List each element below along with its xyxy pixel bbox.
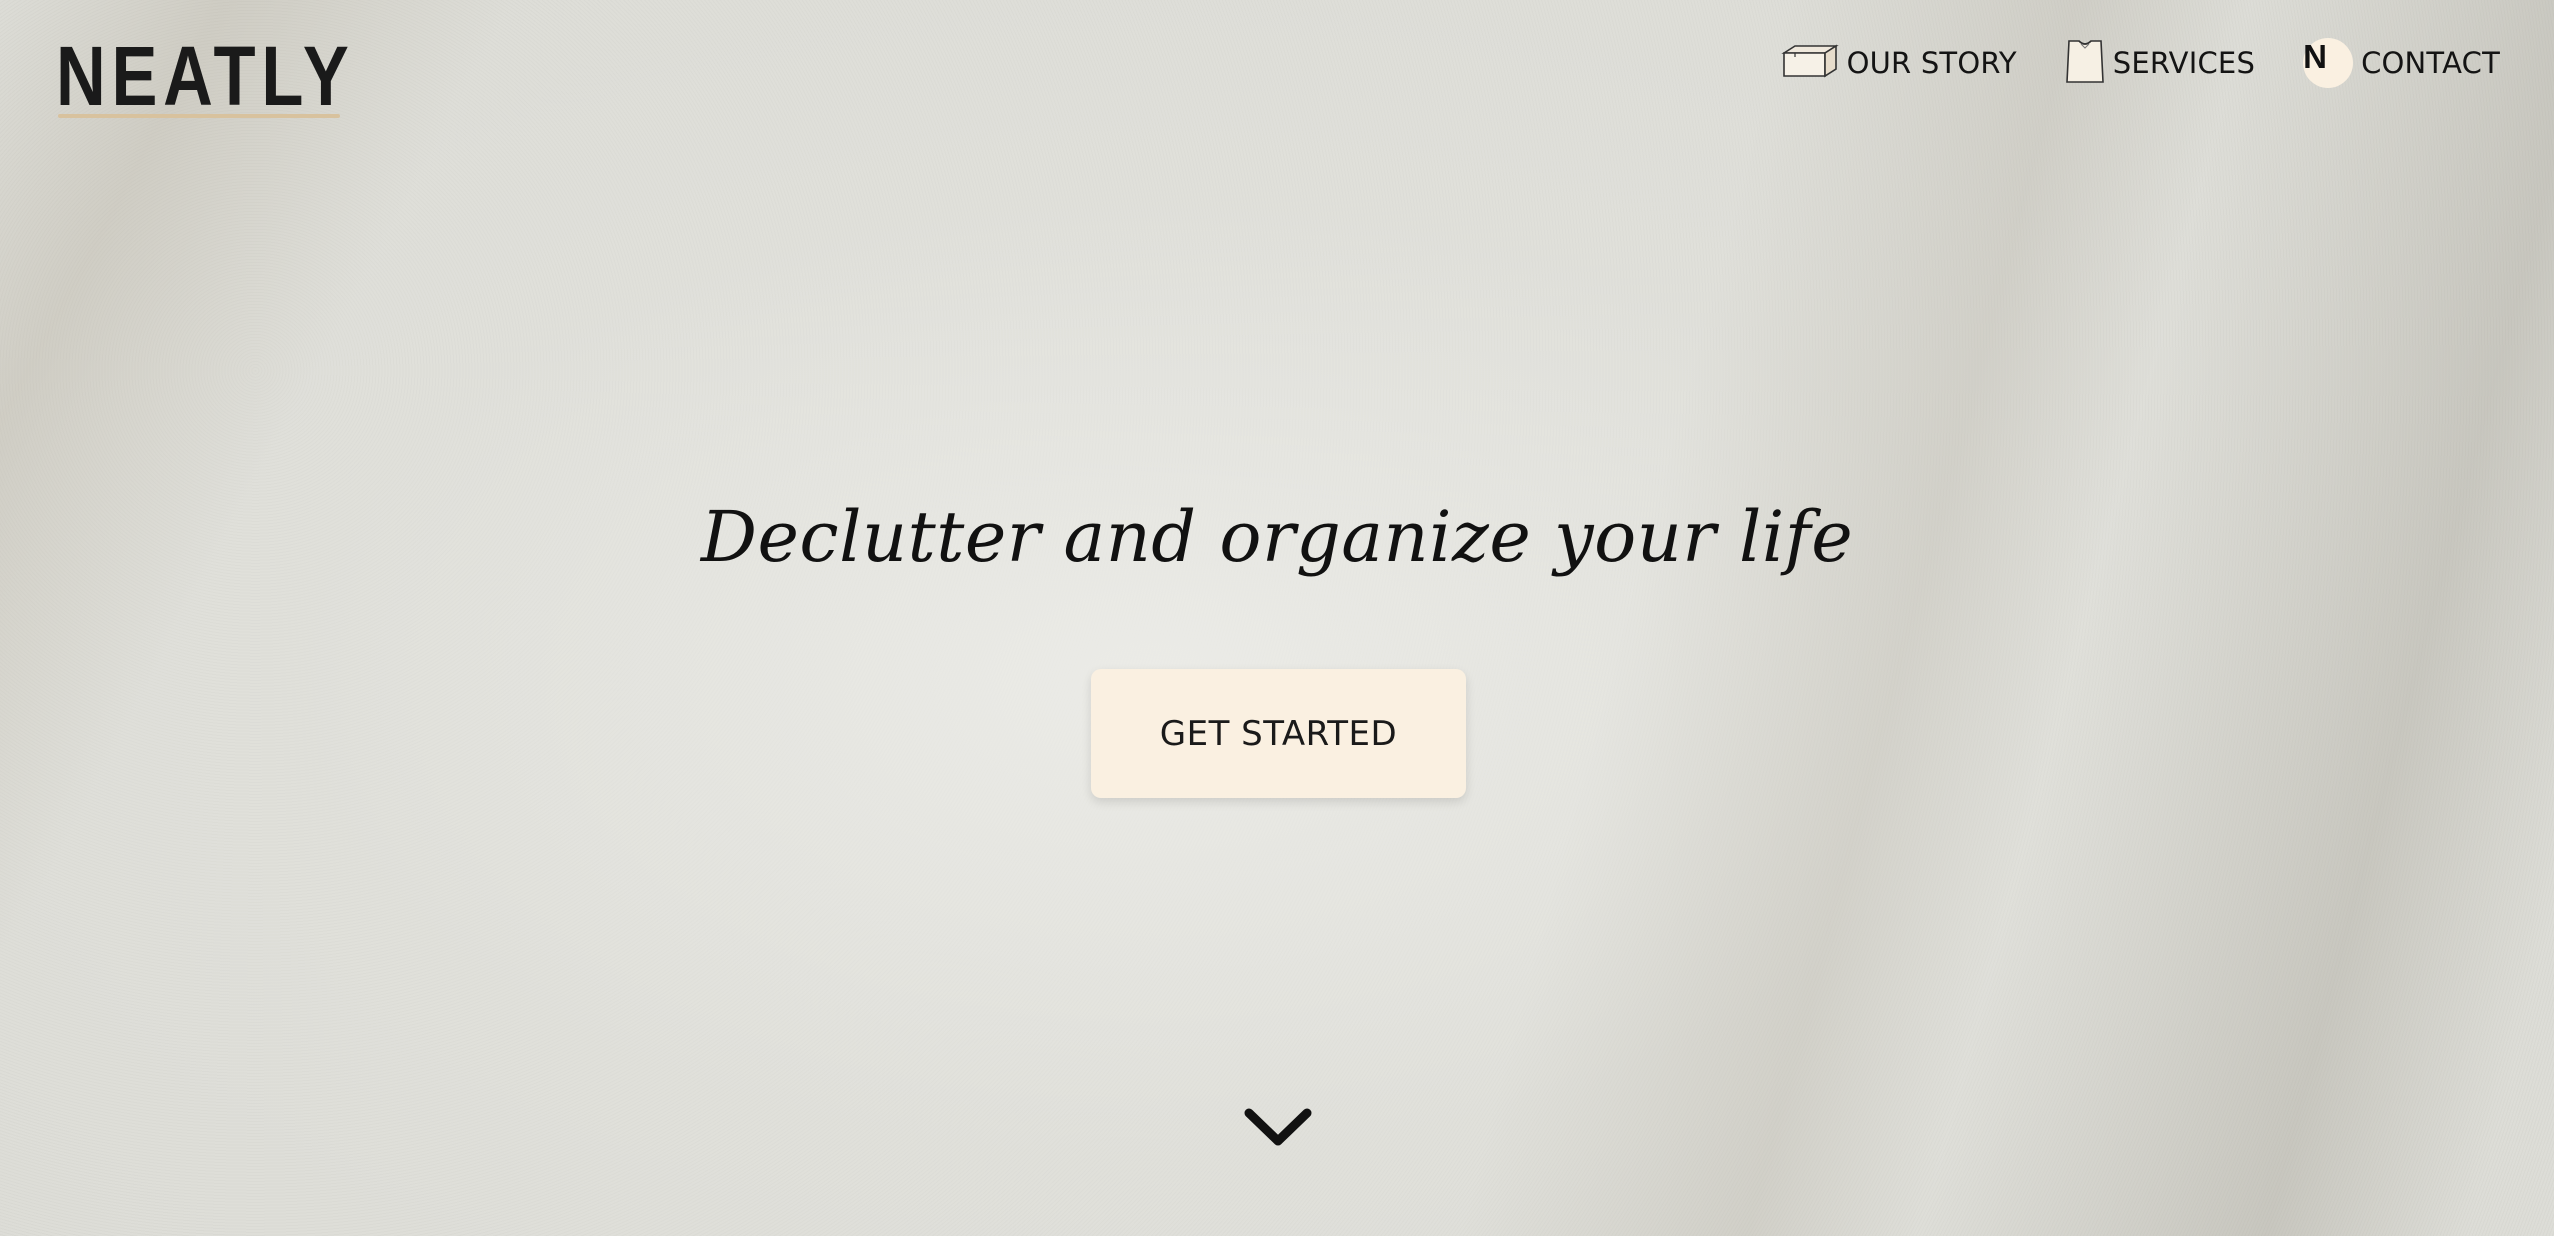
nav-item-services[interactable]: SERVICES [2065, 38, 2255, 88]
n-badge-icon: N [2303, 38, 2354, 88]
logo-text[interactable]: NEATLY [56, 34, 355, 118]
nav-item-our-story[interactable]: OUR STORY [1780, 43, 2017, 83]
nav-item-contact[interactable]: N CONTACT [2303, 38, 2500, 88]
logo-underline [58, 114, 340, 118]
shirt-icon [2065, 38, 2105, 88]
chevron-down-icon[interactable] [1241, 1103, 1315, 1151]
hero-headline: Declutter and organize your life [700, 496, 1854, 578]
box-icon [1780, 43, 1839, 83]
nav-label-services: SERVICES [2112, 46, 2256, 80]
nav-label-contact: CONTACT [2361, 46, 2500, 80]
nav-label-our-story: OUR STORY [1846, 46, 2017, 80]
main-nav: OUR STORY SERVICES N CONTACT [1733, 38, 2500, 88]
get-started-button[interactable]: GET STARTED [1091, 669, 1466, 798]
